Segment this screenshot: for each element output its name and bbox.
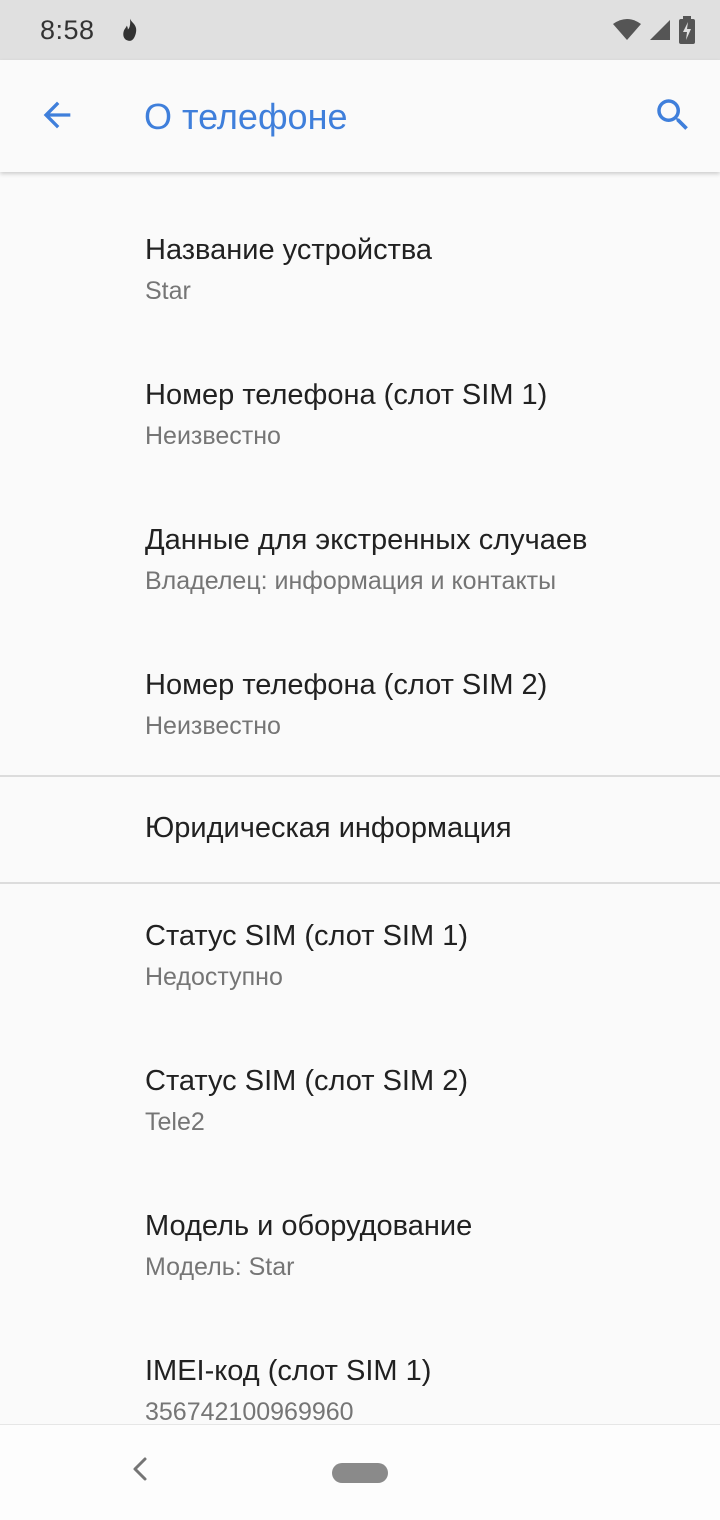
search-icon <box>652 94 694 141</box>
search-button[interactable] <box>646 90 700 144</box>
item-subtitle: Star <box>145 277 191 305</box>
item-title: Статус SIM (слот SIM 2) <box>145 1065 468 1097</box>
arrow-back-icon <box>37 95 77 140</box>
status-icons <box>612 16 696 44</box>
cell-signal-icon <box>648 18 672 42</box>
item-title: Название устройства <box>145 234 433 266</box>
item-title: Модель и оборудование <box>145 1210 473 1242</box>
list-item-legal-info[interactable]: Юридическая информация <box>0 777 720 882</box>
back-button[interactable] <box>30 90 84 144</box>
list-item-emergency-info[interactable]: Данные для экстренных случаев Владелец: … <box>0 462 720 607</box>
item-subtitle: Модель: Star <box>145 1253 295 1281</box>
list-item-sim-status-sim1[interactable]: Статус SIM (слот SIM 1) Недоступно <box>0 884 720 1029</box>
page-title: О телефоне <box>144 96 348 137</box>
wifi-icon <box>612 18 642 42</box>
nav-back-icon <box>130 1455 150 1488</box>
item-title: Данные для экстренных случаев <box>145 524 588 556</box>
item-subtitle: Недоступно <box>145 963 283 991</box>
nav-back-button[interactable] <box>124 1455 156 1487</box>
app-bar: О телефоне <box>0 60 720 172</box>
item-subtitle: Владелец: информация и контакты <box>145 567 557 595</box>
item-subtitle: 356742100969960 <box>145 1398 354 1424</box>
item-title: Номер телефона (слот SIM 1) <box>145 379 548 411</box>
status-time: 8:58 <box>40 14 95 45</box>
item-subtitle: Tele2 <box>145 1108 205 1136</box>
list-item-model-hardware[interactable]: Модель и оборудование Модель: Star <box>0 1174 720 1319</box>
navigation-bar <box>0 1424 720 1520</box>
list-item-sim-status-sim2[interactable]: Статус SIM (слот SIM 2) Tele2 <box>0 1029 720 1174</box>
item-title: IMEI-код (слот SIM 1) <box>145 1355 432 1387</box>
list-item-phone-number-sim2[interactable]: Номер телефона (слот SIM 2) Неизвестно <box>0 607 720 775</box>
item-subtitle: Неизвестно <box>145 712 281 740</box>
home-pill-icon[interactable] <box>332 1463 388 1483</box>
list-item-device-name[interactable]: Название устройства Star <box>0 172 720 317</box>
fire-notification-icon <box>117 17 143 43</box>
item-title: Номер телефона (слот SIM 2) <box>145 669 548 701</box>
item-subtitle: Неизвестно <box>145 422 281 450</box>
item-title: Юридическая информация <box>145 812 512 844</box>
settings-list: Название устройства Star Номер телефона … <box>0 172 720 1424</box>
list-item-imei-sim1[interactable]: IMEI-код (слот SIM 1) 356742100969960 <box>0 1319 720 1424</box>
list-item-phone-number-sim1[interactable]: Номер телефона (слот SIM 1) Неизвестно <box>0 317 720 462</box>
item-title: Статус SIM (слот SIM 1) <box>145 920 468 952</box>
status-bar: 8:58 <box>0 0 720 60</box>
battery-charging-icon <box>678 16 696 44</box>
